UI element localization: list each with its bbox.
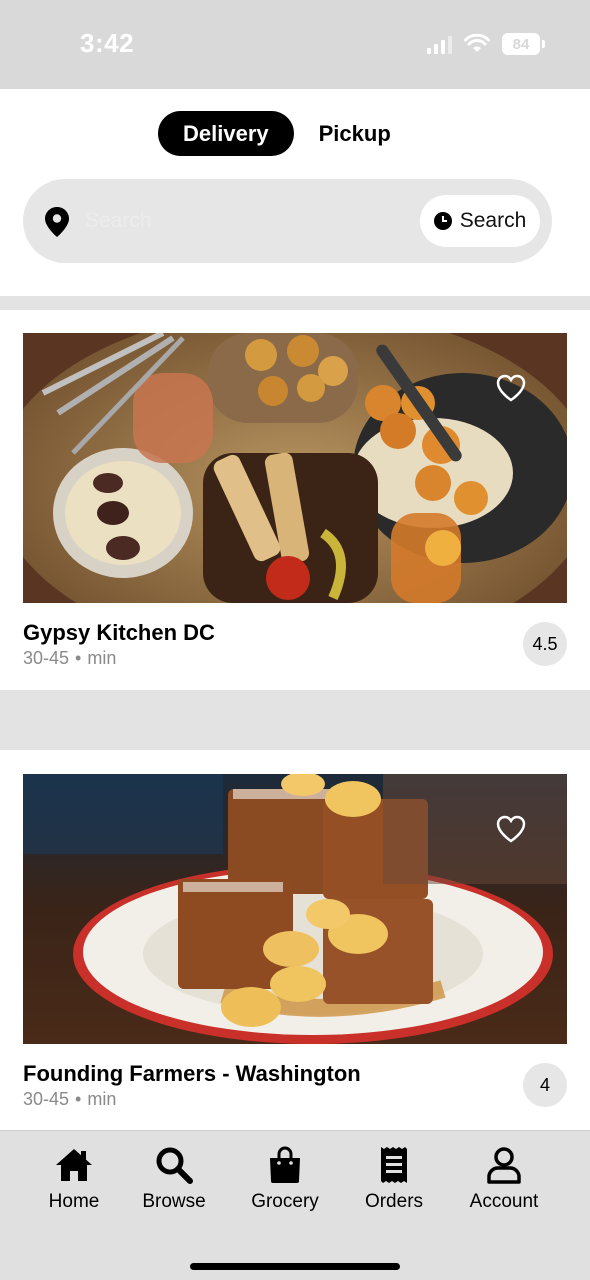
restaurant-photo[interactable] <box>23 774 567 1044</box>
tab-account[interactable]: Account <box>454 1145 554 1220</box>
shopping-bag-icon <box>270 1146 300 1183</box>
status-bar: 3:42 84 <box>0 0 590 89</box>
tab-label: Browse <box>142 1191 206 1212</box>
wifi-icon <box>464 34 490 52</box>
favorite-heart-icon[interactable] <box>495 814 527 844</box>
tab-label: Orders <box>364 1191 424 1212</box>
restaurant-name: Founding Farmers - Washington <box>23 1061 361 1086</box>
battery-indicator: 84 <box>502 33 545 55</box>
eta-range: 30-45 <box>23 1089 70 1109</box>
person-icon <box>487 1147 521 1184</box>
tab-label: Grocery <box>251 1191 319 1212</box>
restaurant-photo[interactable] <box>23 333 567 603</box>
mode-toggle: Delivery Pickup <box>158 111 416 156</box>
tab-orders[interactable]: Orders <box>344 1145 444 1220</box>
receipt-icon <box>381 1147 407 1183</box>
french-toast-photo <box>23 774 567 1044</box>
delivery-toggle-button[interactable]: Delivery <box>158 111 294 156</box>
rating-badge: 4 <box>523 1063 567 1107</box>
tab-label: Home <box>48 1191 100 1212</box>
favorite-heart-icon[interactable] <box>495 373 527 403</box>
restaurant-card[interactable]: Founding Farmers - Washington 30-45 • min … <box>0 751 590 1130</box>
tab-browse[interactable]: Browse <box>124 1145 224 1220</box>
food-platter-photo <box>23 333 567 603</box>
pickup-toggle-button[interactable]: Pickup <box>294 111 416 156</box>
eta-unit: min <box>87 1089 117 1109</box>
clock-icon <box>433 212 452 230</box>
tab-home[interactable]: Home <box>24 1145 124 1220</box>
rating-badge: 4.5 <box>523 622 567 666</box>
home-indicator[interactable] <box>190 1263 400 1270</box>
eta-range: 30-45 <box>23 648 70 668</box>
status-time: 3:42 <box>80 28 135 58</box>
search-button[interactable]: Search <box>420 195 540 247</box>
eta-unit: min <box>87 648 117 668</box>
delivery-time: 30-45 • min <box>23 648 116 669</box>
search-button-label: Search <box>459 209 527 232</box>
search-input[interactable] <box>85 201 415 241</box>
home-icon <box>56 1149 92 1181</box>
separator-dot: • <box>75 1089 82 1109</box>
top-area: Delivery Pickup Search <box>0 89 590 296</box>
delivery-time: 30-45 • min <box>23 1089 116 1110</box>
search-bar: Search <box>23 179 552 263</box>
section-divider <box>0 296 590 310</box>
section-divider <box>0 690 590 750</box>
tab-bar: Home Browse Grocery Orders Account <box>0 1130 590 1280</box>
restaurant-name: Gypsy Kitchen DC <box>23 620 215 645</box>
tab-grocery[interactable]: Grocery <box>235 1145 335 1220</box>
status-icons: 84 <box>427 32 545 56</box>
search-icon <box>156 1147 193 1184</box>
tab-label: Account <box>469 1191 539 1212</box>
location-pin-icon[interactable] <box>45 207 69 237</box>
separator-dot: • <box>75 648 82 668</box>
restaurant-card[interactable]: Gypsy Kitchen DC 30-45 • min 4.5 <box>0 310 590 690</box>
signal-icon <box>427 34 452 54</box>
